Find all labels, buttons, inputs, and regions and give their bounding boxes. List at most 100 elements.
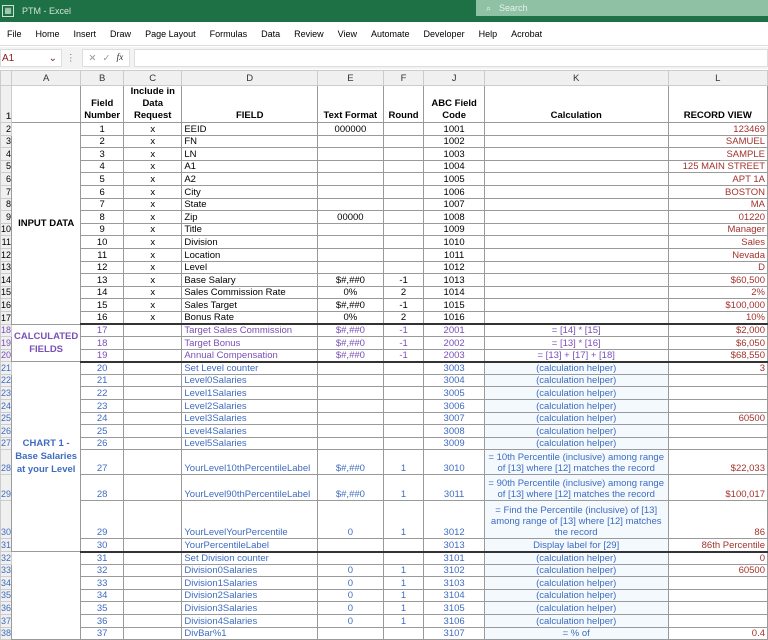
include-flag[interactable] <box>123 336 183 350</box>
field-code[interactable]: 1014 <box>423 285 485 300</box>
include-flag[interactable]: x <box>123 184 183 199</box>
field-name[interactable]: Location <box>181 247 319 262</box>
text-format[interactable]: $#,##0 <box>317 348 384 363</box>
cancel-icon[interactable]: ✕ <box>89 53 97 64</box>
calculation[interactable] <box>483 197 669 212</box>
formula-input[interactable] <box>134 49 768 67</box>
field-name[interactable]: Set Division counter <box>181 551 319 565</box>
round[interactable]: -1 <box>382 273 425 287</box>
include-flag[interactable] <box>123 563 183 578</box>
round[interactable]: 1 <box>382 500 425 540</box>
field-name[interactable]: Division4Salaries <box>181 614 319 628</box>
include-flag[interactable] <box>123 551 183 565</box>
text-format[interactable] <box>317 436 384 451</box>
record-value[interactable]: 60500 <box>667 411 768 426</box>
calculation[interactable]: (calculation helper) <box>483 399 669 413</box>
row-header[interactable]: 10 <box>0 222 13 237</box>
include-flag[interactable]: x <box>123 159 183 174</box>
text-format[interactable] <box>317 184 384 199</box>
field-number[interactable]: 23 <box>80 399 125 413</box>
row-header[interactable]: 28 <box>0 449 13 476</box>
include-flag[interactable]: x <box>123 260 183 275</box>
include-flag[interactable]: x <box>123 247 183 262</box>
text-format[interactable]: $#,##0 <box>317 449 384 476</box>
record-value[interactable]: 60500 <box>667 563 768 578</box>
text-format[interactable] <box>317 247 384 262</box>
field-code[interactable]: 1009 <box>423 222 485 237</box>
field-name[interactable]: Division1Salaries <box>181 576 319 590</box>
field-code[interactable]: 2001 <box>423 323 485 338</box>
text-format[interactable] <box>317 386 384 401</box>
field-code[interactable]: 1015 <box>423 298 485 312</box>
header-f[interactable]: Round <box>382 85 425 123</box>
round[interactable]: 1 <box>382 614 425 628</box>
text-format[interactable]: 0 <box>317 563 384 578</box>
field-number[interactable]: 35 <box>80 601 125 615</box>
round[interactable] <box>382 134 425 149</box>
text-format[interactable]: 0 <box>317 500 384 540</box>
include-flag[interactable] <box>123 361 183 375</box>
field-name[interactable]: YourLevel10thPercentileLabel <box>181 449 319 476</box>
text-format[interactable] <box>317 626 384 640</box>
round[interactable] <box>382 159 425 174</box>
field-name[interactable]: Base Salary <box>181 273 319 287</box>
calculation[interactable] <box>483 172 669 186</box>
row-header[interactable]: 21 <box>0 361 13 375</box>
text-format[interactable] <box>317 424 384 438</box>
row-header[interactable]: 33 <box>0 563 13 578</box>
calculation[interactable]: (calculation helper) <box>483 551 669 565</box>
record-value[interactable]: APT 1A <box>667 172 768 186</box>
round[interactable]: 1 <box>382 576 425 590</box>
field-name[interactable]: Level <box>181 260 319 275</box>
field-name[interactable]: Level5Salaries <box>181 436 319 451</box>
field-name[interactable]: FN <box>181 134 319 149</box>
field-number[interactable]: 7 <box>80 197 125 212</box>
header-b[interactable]: Field Number <box>80 85 125 123</box>
record-value[interactable]: $22,033 <box>667 449 768 476</box>
header-j[interactable]: ABC Field Code <box>423 85 485 123</box>
include-flag[interactable]: x <box>123 172 183 186</box>
record-value[interactable]: $60,500 <box>667 273 768 287</box>
calculation[interactable]: = [13] + [17] + [18] <box>483 348 669 363</box>
field-name[interactable]: Level1Salaries <box>181 386 319 401</box>
field-code[interactable]: 3104 <box>423 588 485 603</box>
row-header[interactable]: 14 <box>0 273 13 287</box>
include-flag[interactable] <box>123 373 183 388</box>
text-format[interactable] <box>317 159 384 174</box>
record-value[interactable]: $100,017 <box>667 474 768 502</box>
field-number[interactable]: 28 <box>80 474 125 502</box>
round[interactable]: 1 <box>382 563 425 578</box>
field-number[interactable]: 12 <box>80 260 125 275</box>
field-code[interactable]: 1007 <box>423 197 485 212</box>
include-flag[interactable]: x <box>123 134 183 149</box>
calculation[interactable] <box>483 210 669 224</box>
calculation[interactable] <box>483 273 669 287</box>
text-format[interactable]: 0 <box>317 576 384 590</box>
field-name[interactable]: Division2Salaries <box>181 588 319 603</box>
chevron-down-icon[interactable]: ⌄ <box>49 53 57 64</box>
text-format[interactable] <box>317 373 384 388</box>
field-code[interactable]: 1002 <box>423 134 485 149</box>
include-flag[interactable] <box>123 538 183 553</box>
include-flag[interactable]: x <box>123 235 183 249</box>
text-format[interactable]: 00000 <box>317 210 384 224</box>
field-code[interactable]: 1011 <box>423 247 485 262</box>
row-header[interactable]: 7 <box>0 184 13 199</box>
field-number[interactable]: 29 <box>80 500 125 540</box>
field-code[interactable]: 3107 <box>423 626 485 640</box>
text-format[interactable] <box>317 147 384 161</box>
calculation[interactable]: (calculation helper) <box>483 361 669 375</box>
record-value[interactable]: 86 <box>667 500 768 540</box>
row-header[interactable]: 12 <box>0 247 13 262</box>
calculation[interactable] <box>483 298 669 312</box>
menu-home[interactable]: Home <box>29 29 67 39</box>
round[interactable]: 1 <box>382 474 425 502</box>
field-number[interactable]: 5 <box>80 172 125 186</box>
field-code[interactable]: 3006 <box>423 399 485 413</box>
field-number[interactable]: 11 <box>80 247 125 262</box>
menu-automate[interactable]: Automate <box>364 29 417 39</box>
text-format[interactable] <box>317 260 384 275</box>
select-all-corner[interactable] <box>0 70 13 86</box>
field-code[interactable]: 3011 <box>423 474 485 502</box>
field-code[interactable]: 3003 <box>423 361 485 375</box>
